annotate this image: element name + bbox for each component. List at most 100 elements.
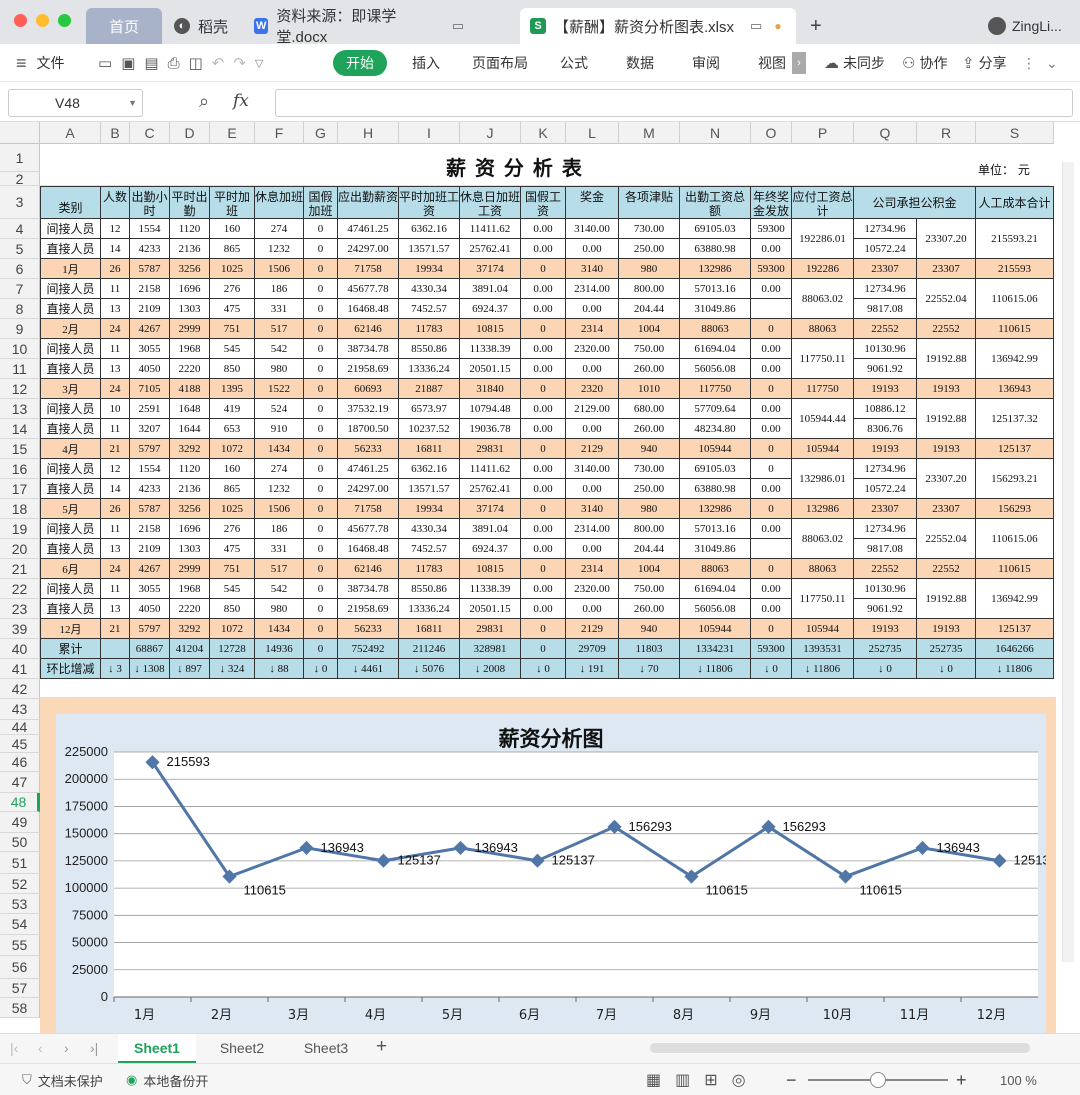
table-cell[interactable]: 11338.39	[460, 579, 521, 599]
table-cell[interactable]: 132986	[680, 259, 751, 279]
column-header-i[interactable]: I	[399, 122, 460, 144]
table-cell[interactable]: 252735	[917, 639, 976, 659]
sync-status[interactable]: ☁ 未同步	[824, 44, 885, 82]
menu-review[interactable]: 审阅	[692, 44, 720, 82]
row-header-42[interactable]: 42	[0, 679, 40, 699]
print-icon[interactable]: ⎙	[168, 55, 180, 72]
table-cell[interactable]: 0	[304, 379, 338, 399]
table-cell[interactable]: 0	[521, 619, 566, 639]
table-cell[interactable]: 125137	[976, 619, 1054, 639]
table-cell[interactable]: 11	[101, 279, 130, 299]
window-icon[interactable]: ▭	[452, 18, 464, 34]
table-cell[interactable]: 88063	[680, 559, 751, 579]
table-cell[interactable]: 22552.04	[917, 279, 976, 319]
column-header-o[interactable]: O	[751, 122, 792, 144]
table-cell[interactable]: 2129.00	[566, 399, 619, 419]
table-cell[interactable]: 24297.00	[338, 479, 399, 499]
row-header-16[interactable]: 16	[0, 459, 40, 479]
column-header-k[interactable]: K	[521, 122, 566, 144]
row-category[interactable]: 4月	[40, 439, 101, 459]
table-cell[interactable]: ↓ 70	[619, 659, 680, 679]
table-cell[interactable]: 59300	[751, 639, 792, 659]
row-header-18[interactable]: 18	[0, 499, 40, 519]
table-cell[interactable]: 132986	[680, 499, 751, 519]
table-cell[interactable]: ↓ 11806	[976, 659, 1054, 679]
table-cell[interactable]: 1120	[170, 219, 210, 239]
row-header-54[interactable]: 54	[0, 914, 40, 935]
table-cell[interactable]: 274	[255, 459, 304, 479]
column-header-f[interactable]: F	[255, 122, 304, 144]
table-cell[interactable]: 2999	[170, 319, 210, 339]
table-cell[interactable]: 0	[304, 439, 338, 459]
table-cell[interactable]: 21958.69	[338, 359, 399, 379]
table-cell[interactable]: 0	[304, 559, 338, 579]
page-layout-view-icon[interactable]: ▥	[675, 1070, 690, 1090]
protect-status[interactable]: ⛉ 文档未保护	[22, 1064, 103, 1095]
row-category[interactable]: 6月	[40, 559, 101, 579]
table-cell[interactable]: 14	[101, 239, 130, 259]
table-cell[interactable]: 8550.86	[399, 579, 460, 599]
table-cell[interactable]: 0	[304, 259, 338, 279]
row-header-55[interactable]: 55	[0, 935, 40, 956]
table-cell[interactable]: 156293	[976, 499, 1054, 519]
row-category[interactable]: 直接人员	[40, 419, 101, 439]
row-header-7[interactable]: 7	[0, 279, 40, 299]
table-cell[interactable]: 980	[255, 599, 304, 619]
table-cell[interactable]: 105944	[680, 619, 751, 639]
table-cell[interactable]: 23307.20	[917, 459, 976, 499]
table-cell[interactable]: 3891.04	[460, 279, 521, 299]
table-cell[interactable]: 517	[255, 319, 304, 339]
table-cell[interactable]: 0.00	[751, 519, 792, 539]
table-cell[interactable]: 1506	[255, 259, 304, 279]
table-cell[interactable]: 2314	[566, 319, 619, 339]
table-cell[interactable]: 29831	[460, 439, 521, 459]
table-cell[interactable]: 12	[101, 459, 130, 479]
table-cell[interactable]: 24	[101, 379, 130, 399]
table-cell[interactable]: 1968	[170, 339, 210, 359]
table-cell[interactable]: 0	[751, 499, 792, 519]
table-cell[interactable]: 59300	[751, 219, 792, 239]
table-cell[interactable]: 19193	[917, 379, 976, 399]
table-cell[interactable]: 37174	[460, 499, 521, 519]
table-cell[interactable]: 25762.41	[460, 479, 521, 499]
row-header-52[interactable]: 52	[0, 874, 40, 894]
table-cell[interactable]: 31049.86	[680, 299, 751, 319]
table-cell[interactable]: 88063.02	[792, 279, 854, 319]
table-cell[interactable]: 1968	[170, 579, 210, 599]
column-title[interactable]: 年终奖金发放	[751, 186, 792, 219]
table-cell[interactable]: 0.00	[521, 539, 566, 559]
table-cell[interactable]: 22552.04	[917, 519, 976, 559]
table-cell[interactable]: 45677.78	[338, 519, 399, 539]
row-category[interactable]: 直接人员	[40, 479, 101, 499]
table-cell[interactable]: 24297.00	[338, 239, 399, 259]
row-category[interactable]: 间接人员	[40, 519, 101, 539]
table-cell[interactable]: 19934	[399, 499, 460, 519]
table-cell[interactable]: 38734.78	[338, 339, 399, 359]
new-tab-button[interactable]: +	[800, 8, 830, 44]
table-cell[interactable]: 1696	[170, 279, 210, 299]
table-cell[interactable]: 0	[304, 499, 338, 519]
table-cell[interactable]: 117750	[680, 379, 751, 399]
table-cell[interactable]: 980	[619, 259, 680, 279]
table-cell[interactable]: 88063	[680, 319, 751, 339]
row-header-45[interactable]: 45	[0, 735, 40, 753]
column-title[interactable]: 类别	[40, 186, 101, 219]
table-cell[interactable]: 1303	[170, 299, 210, 319]
table-cell[interactable]: 21	[101, 439, 130, 459]
table-cell[interactable]: 19036.78	[460, 419, 521, 439]
table-cell[interactable]: 57709.64	[680, 399, 751, 419]
table-cell[interactable]: 125137	[976, 439, 1054, 459]
table-cell[interactable]: ↓ 191	[566, 659, 619, 679]
table-cell[interactable]: 2314.00	[566, 519, 619, 539]
table-cell[interactable]: 6924.37	[460, 299, 521, 319]
column-title[interactable]: 出勤工资总额	[680, 186, 751, 219]
table-cell[interactable]: 7452.57	[399, 299, 460, 319]
table-cell[interactable]: 730.00	[619, 459, 680, 479]
collab-button[interactable]: ⚇ 协作	[902, 44, 947, 82]
row-header-20[interactable]: 20	[0, 539, 40, 559]
table-cell[interactable]: 850	[210, 359, 255, 379]
table-cell[interactable]: 4050	[130, 599, 170, 619]
table-cell[interactable]: 160	[210, 459, 255, 479]
row-header-43[interactable]: 43	[0, 699, 40, 720]
row-category[interactable]: 间接人员	[40, 219, 101, 239]
